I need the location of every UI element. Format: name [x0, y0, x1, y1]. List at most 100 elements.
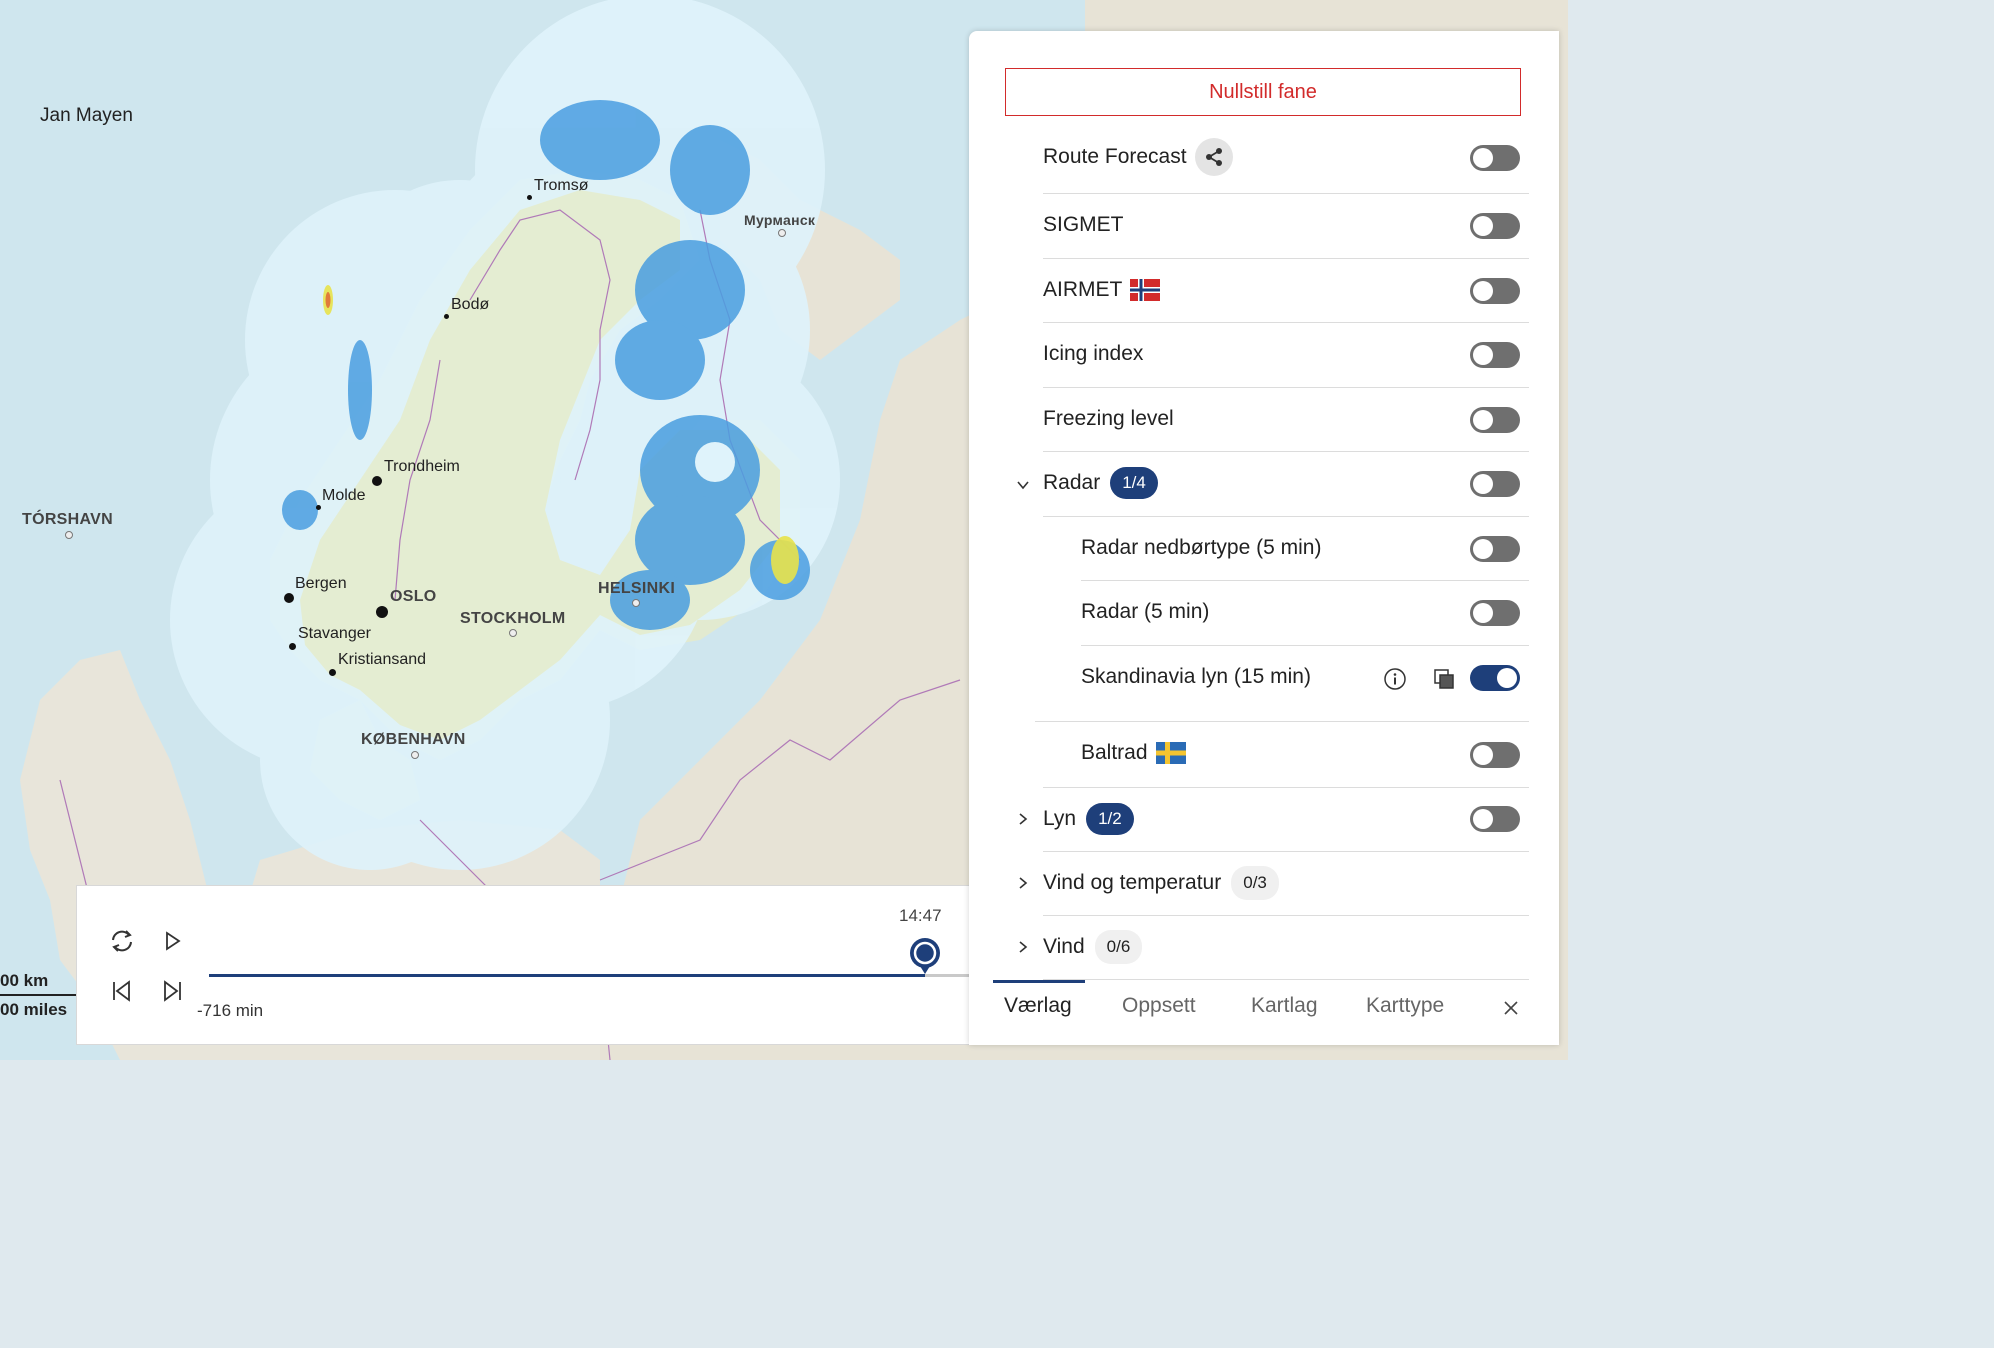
tab-karttype[interactable]: Karttype	[1366, 994, 1444, 1018]
capital-dot-kobenhavn	[411, 751, 419, 759]
toggle-radar-5[interactable]	[1470, 600, 1520, 626]
city-dot-tromso	[527, 195, 532, 200]
label-bodo: Bodø	[451, 296, 490, 313]
layer-row-lyn[interactable]: Lyn 1/2	[1043, 787, 1134, 851]
share-icon	[1205, 148, 1222, 166]
capital-dot-torshavn	[65, 531, 73, 539]
layer-label-radar-type: Radar nedbørtype (5 min)	[1081, 536, 1322, 559]
scale-miles-label: 00 miles	[0, 1000, 68, 1019]
layer-row-route-forecast: Route Forecast	[1043, 125, 1233, 189]
label-helsinki: HELSINKI	[598, 580, 676, 597]
vind-count-badge: 0/6	[1094, 930, 1143, 964]
label-trondheim: Trondheim	[384, 458, 460, 475]
chevron-right-icon[interactable]	[1015, 939, 1031, 955]
capital-dot-stockholm	[509, 629, 517, 637]
layer-label-sigmet: SIGMET	[1043, 213, 1124, 236]
toggle-route-forecast[interactable]	[1470, 145, 1520, 171]
step-forward-button[interactable]	[155, 974, 189, 1008]
vind-temperatur-count-badge: 0/3	[1231, 866, 1279, 900]
info-button[interactable]	[1381, 665, 1409, 693]
norway-flag-icon	[1130, 279, 1161, 301]
label-stavanger: Stavanger	[298, 625, 371, 642]
layer-row-skandinavia-lyn: Skandinavia lyn (15 min)	[1081, 645, 1311, 709]
label-bergen: Bergen	[295, 575, 347, 592]
step-forward-icon	[164, 980, 181, 1002]
toggle-freezing-level[interactable]	[1470, 407, 1520, 433]
scale-bar	[0, 994, 76, 996]
toggle-airmet[interactable]	[1470, 278, 1520, 304]
label-stockholm: STOCKHOLM	[460, 610, 566, 627]
label-torshavn: TÓRSHAVN	[22, 511, 113, 528]
layer-label-lyn: Lyn	[1043, 807, 1077, 830]
timeline-handle[interactable]	[908, 936, 942, 976]
layer-row-vind-temperatur[interactable]: Vind og temperatur 0/3	[1043, 851, 1279, 915]
layer-row-radar-5: Radar (5 min)	[1081, 580, 1209, 644]
layer-label-icing-index: Icing index	[1043, 342, 1144, 365]
toggle-radar-type[interactable]	[1470, 536, 1520, 562]
active-tab-indicator	[993, 980, 1085, 983]
layer-row-radar-type: Radar nedbørtype (5 min)	[1081, 516, 1321, 580]
toggle-skandinavia-lyn[interactable]	[1470, 665, 1520, 691]
layer-row-icing-index: Icing index	[1043, 322, 1143, 386]
chevron-right-icon[interactable]	[1015, 875, 1031, 891]
toggle-lyn[interactable]	[1470, 806, 1520, 832]
label-molde: Molde	[322, 487, 366, 504]
toggle-baltrad[interactable]	[1470, 742, 1520, 768]
city-dot-trondheim	[372, 476, 382, 486]
layer-row-radar[interactable]: Radar 1/4	[1043, 451, 1158, 515]
layer-row-freezing-level: Freezing level	[1043, 387, 1174, 451]
reset-tab-button[interactable]: Nullstill fane	[1005, 68, 1521, 116]
tab-kartlag[interactable]: Kartlag	[1251, 994, 1318, 1018]
layers-opacity-button[interactable]	[1430, 665, 1458, 693]
loop-icon	[112, 930, 132, 952]
tab-oppsett[interactable]: Oppsett	[1122, 994, 1196, 1018]
scale-km-label: 00 km	[0, 971, 49, 990]
toggle-sigmet[interactable]	[1470, 213, 1520, 239]
chevron-down-icon[interactable]	[1015, 477, 1031, 493]
chevron-right-icon[interactable]	[1015, 811, 1031, 827]
toggle-radar[interactable]	[1470, 471, 1520, 497]
step-back-button[interactable]	[105, 974, 139, 1008]
info-icon	[1384, 668, 1406, 690]
current-time-label: 14:47	[899, 906, 942, 925]
layer-row-vind[interactable]: Vind 0/6	[1043, 915, 1143, 979]
label-jan-mayen: Jan Mayen	[40, 105, 133, 126]
tab-vaerlag[interactable]: Værlag	[1004, 994, 1072, 1018]
layer-row-sigmet: SIGMET	[1043, 193, 1124, 257]
toggle-icing-index[interactable]	[1470, 342, 1520, 368]
layer-label-freezing-level: Freezing level	[1043, 407, 1174, 430]
radar-count-badge: 1/4	[1110, 467, 1158, 499]
layers-icon	[1434, 669, 1454, 689]
layer-label-vind-temperatur: Vind og temperatur	[1043, 871, 1222, 894]
timeline-track[interactable]	[209, 974, 977, 977]
play-button[interactable]	[155, 924, 189, 958]
layer-label-radar: Radar	[1043, 471, 1101, 494]
layer-label-vind: Vind	[1043, 935, 1085, 958]
city-dot-bergen	[284, 593, 294, 603]
capital-dot-helsinki	[632, 599, 640, 607]
play-icon	[166, 931, 181, 951]
layer-label-skandinavia-lyn: Skandinavia lyn (15 min)	[1081, 665, 1311, 688]
loop-button[interactable]	[105, 924, 139, 958]
sweden-flag-icon	[1155, 742, 1186, 764]
map-scale: 00 km 00 miles	[0, 966, 80, 1026]
timeline-start-label: -716 min	[197, 1001, 264, 1020]
label-tromso: Tromsø	[534, 177, 589, 194]
layer-label-radar-5: Radar (5 min)	[1081, 600, 1210, 623]
city-dot-molde	[316, 505, 321, 510]
city-dot-stavanger	[289, 643, 296, 650]
city-dot-bodo	[444, 314, 449, 319]
label-kristiansand: Kristiansand	[338, 651, 427, 668]
close-icon[interactable]	[1497, 994, 1525, 1022]
lyn-count-badge: 1/2	[1086, 803, 1134, 835]
city-dot-kristiansand	[329, 669, 336, 676]
share-button[interactable]	[1194, 138, 1233, 176]
layer-panel: Nullstill fane Route Forecast SIGMET AIR…	[969, 31, 1559, 1045]
panel-tabs: Værlag Oppsett Kartlag Karttype	[993, 980, 1553, 1040]
timeline-handle-icon	[910, 938, 940, 974]
layer-row-airmet: AIRMET	[1043, 258, 1161, 322]
layer-label-route-forecast: Route Forecast	[1043, 145, 1187, 168]
layer-label-baltrad: Baltrad	[1081, 741, 1148, 764]
layer-label-airmet: AIRMET	[1043, 278, 1123, 301]
step-back-icon	[113, 980, 130, 1002]
